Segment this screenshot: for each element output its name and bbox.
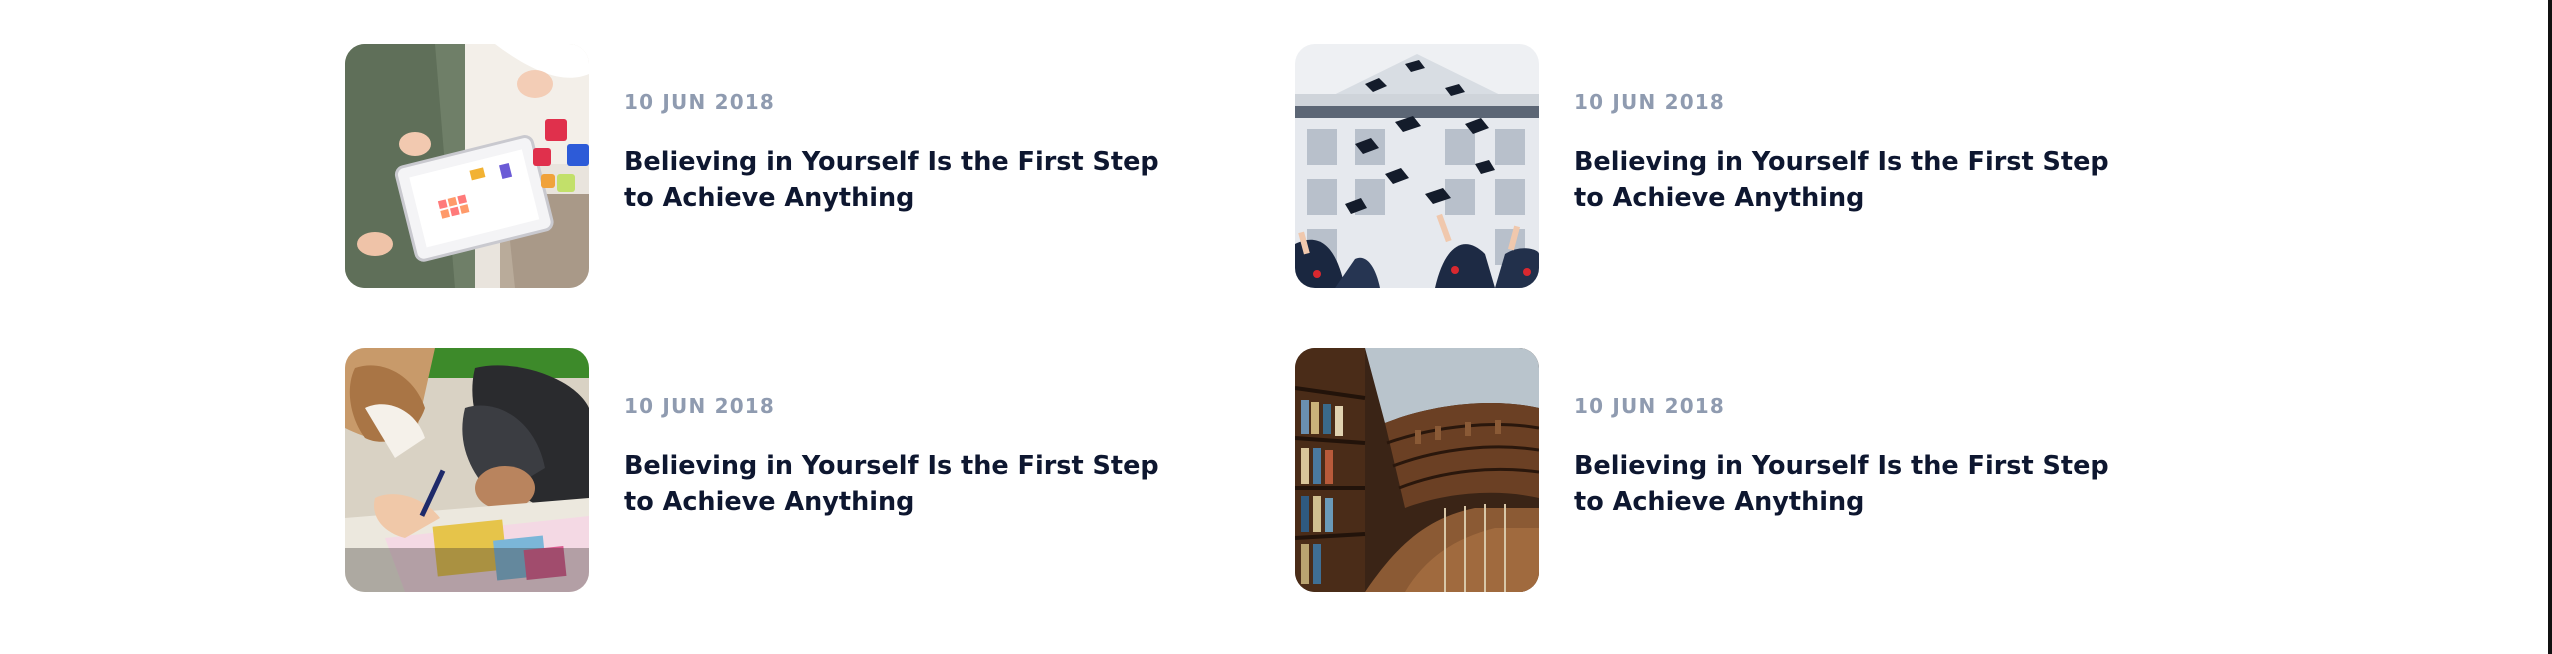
post-thumbnail-kids-drawing[interactable]	[345, 348, 589, 592]
post-title-link[interactable]: Believing in Yourself Is the First Step …	[624, 144, 1184, 216]
children-tablet-image	[345, 44, 589, 288]
post-card: 10 JUN 2018 Believing in Yourself Is the…	[345, 44, 1245, 288]
post-date: 10 JUN 2018	[624, 90, 776, 114]
post-meta: 10 JUN 2018 Believing in Yourself Is the…	[1574, 396, 2134, 520]
post-date: 10 JUN 2018	[1574, 90, 1726, 114]
post-thumbnail-library[interactable]	[1295, 348, 1539, 592]
post-card: 10 JUN 2018 Believing in Yourself Is the…	[345, 348, 1245, 592]
post-card: 10 JUN 2018 Believing in Yourself Is the…	[1295, 44, 2195, 288]
post-title-link[interactable]: Believing in Yourself Is the First Step …	[1574, 144, 2134, 216]
post-meta: 10 JUN 2018 Believing in Yourself Is the…	[624, 396, 1184, 520]
post-title-link[interactable]: Believing in Yourself Is the First Step …	[624, 448, 1184, 520]
library-bookshelves-image	[1295, 348, 1539, 592]
post-thumbnail-graduation[interactable]	[1295, 44, 1539, 288]
post-meta: 10 JUN 2018 Believing in Yourself Is the…	[624, 92, 1184, 216]
post-date: 10 JUN 2018	[1574, 394, 1726, 418]
post-meta: 10 JUN 2018 Believing in Yourself Is the…	[1574, 92, 2134, 216]
kids-drawing-image	[345, 348, 589, 592]
window-edge-scrollbar[interactable]	[2548, 0, 2552, 654]
graduation-caps-image	[1295, 44, 1539, 288]
post-date: 10 JUN 2018	[624, 394, 776, 418]
post-card: 10 JUN 2018 Believing in Yourself Is the…	[1295, 348, 2195, 592]
post-thumbnail-children-tablet[interactable]	[345, 44, 589, 288]
post-title-link[interactable]: Believing in Yourself Is the First Step …	[1574, 448, 2134, 520]
